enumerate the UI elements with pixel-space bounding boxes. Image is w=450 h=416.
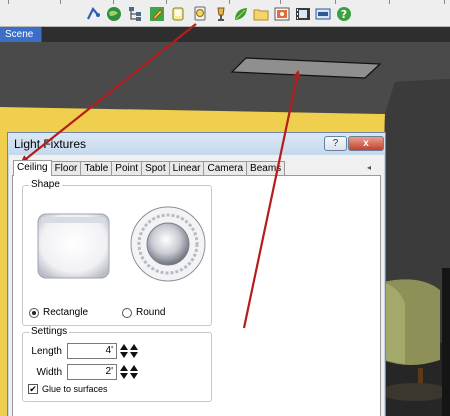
length-label: Length bbox=[31, 345, 62, 357]
light-fixture-round-icon[interactable] bbox=[191, 5, 208, 22]
settings-group-label: Settings bbox=[29, 326, 70, 337]
dialog-close-button[interactable]: x bbox=[348, 136, 384, 151]
film-icon[interactable] bbox=[294, 5, 311, 22]
svg-text:?: ? bbox=[340, 8, 346, 21]
dialog-titlebar[interactable]: Light Fixtures ? x bbox=[8, 133, 385, 155]
tab-linear[interactable]: Linear bbox=[168, 161, 205, 176]
light-fixture-icon[interactable] bbox=[169, 5, 186, 22]
lamp-icon[interactable] bbox=[212, 5, 229, 22]
toolbar-divider bbox=[166, 0, 167, 4]
toolbar-divider bbox=[113, 0, 114, 4]
width-label: Width bbox=[36, 366, 62, 378]
tab-point[interactable]: Point bbox=[111, 161, 143, 176]
dialog-title: Light Fixtures bbox=[14, 137, 87, 151]
glue-checkbox[interactable]: ✔ bbox=[28, 384, 38, 394]
toolbar-divider bbox=[60, 0, 61, 4]
glue-label: Glue to surfaces bbox=[42, 384, 108, 394]
length-fine-up-arrow-icon[interactable] bbox=[129, 343, 138, 351]
fixture-tabs: Ceiling Floor Table Point Spot Linear Ca… bbox=[13, 160, 286, 176]
width-up-arrow-icon[interactable] bbox=[119, 364, 128, 372]
globe-icon[interactable] bbox=[105, 5, 122, 22]
length-spinner-primary bbox=[119, 343, 128, 359]
length-fine-down-arrow-icon[interactable] bbox=[129, 351, 138, 359]
help-glyph: ? bbox=[332, 138, 339, 149]
tab-beams[interactable]: Beams bbox=[246, 161, 286, 176]
leaf-icon[interactable] bbox=[232, 5, 249, 22]
help-icon[interactable]: ? bbox=[335, 5, 352, 22]
width-spinner-fine bbox=[129, 364, 138, 380]
hierarchy-icon[interactable] bbox=[126, 5, 143, 22]
length-spinners bbox=[118, 343, 138, 359]
width-input[interactable]: 2' bbox=[67, 364, 117, 380]
rectangle-radio-label: Rectangle bbox=[43, 307, 89, 318]
toolbar-divider bbox=[229, 0, 230, 4]
width-row: Width 2' bbox=[23, 364, 138, 380]
toolbar-divider bbox=[444, 0, 445, 4]
tab-ceiling[interactable]: Ceiling bbox=[13, 160, 52, 176]
tab-floor[interactable]: Floor bbox=[50, 161, 82, 176]
rectangle-radio[interactable]: Rectangle bbox=[29, 307, 88, 318]
round-radio[interactable]: Round bbox=[122, 307, 165, 318]
toolbar-divider bbox=[280, 0, 281, 4]
length-up-arrow-icon[interactable] bbox=[119, 343, 128, 351]
width-spinners bbox=[118, 364, 138, 380]
length-spinner-fine bbox=[129, 343, 138, 359]
toolbar: ? bbox=[0, 0, 450, 27]
rectangle-fixture-preview[interactable] bbox=[32, 204, 115, 287]
width-fine-up-arrow-icon[interactable] bbox=[129, 364, 138, 372]
toolbar-divider bbox=[8, 0, 9, 4]
round-radio-label: Round bbox=[136, 307, 166, 318]
toolbar-divider bbox=[335, 0, 336, 4]
width-down-arrow-icon[interactable] bbox=[119, 372, 128, 380]
dialog-help-button[interactable]: ? bbox=[324, 136, 347, 151]
id-card-icon[interactable] bbox=[314, 5, 331, 22]
width-spinner-primary bbox=[119, 364, 128, 380]
glue-to-surfaces-row[interactable]: ✔ Glue to surfaces bbox=[28, 384, 108, 394]
width-fine-down-arrow-icon[interactable] bbox=[129, 372, 138, 380]
ceiling bbox=[0, 42, 450, 114]
rectangle-radio-dot[interactable] bbox=[29, 307, 39, 318]
photo-icon[interactable] bbox=[273, 5, 290, 22]
scene-tab[interactable]: Scene 1 bbox=[0, 27, 42, 55]
tab-spot[interactable]: Spot bbox=[141, 161, 170, 176]
round-radio-dot[interactable] bbox=[122, 307, 132, 318]
length-row: Length 4' bbox=[23, 343, 138, 359]
light-fixtures-dialog: Light Fixtures ? x Ceiling Floor Table P… bbox=[7, 132, 386, 416]
right-edge-shadow bbox=[442, 268, 450, 416]
tab-table[interactable]: Table bbox=[80, 161, 113, 176]
length-down-arrow-icon[interactable] bbox=[119, 351, 128, 359]
length-input[interactable]: 4' bbox=[67, 343, 117, 359]
tab-camera[interactable]: Camera bbox=[203, 161, 248, 176]
link-tool-icon[interactable] bbox=[84, 5, 101, 22]
round-fixture-preview[interactable] bbox=[127, 204, 210, 287]
shape-group: Shape Rectangle Round bbox=[22, 179, 212, 326]
toolbar-divider bbox=[389, 0, 390, 4]
settings-group: Settings Length 4' Width 2' ✔ Glue to su… bbox=[22, 326, 212, 402]
folder-icon[interactable] bbox=[252, 5, 269, 22]
shape-group-label: Shape bbox=[29, 179, 62, 190]
edit-icon[interactable] bbox=[148, 5, 165, 22]
ceiling-tab-panel: Shape Rectangle Round Settings Length 4'… bbox=[12, 175, 381, 416]
close-icon: x bbox=[363, 138, 369, 149]
tab-scroll-right-icon[interactable]: ◂ bbox=[367, 163, 371, 172]
